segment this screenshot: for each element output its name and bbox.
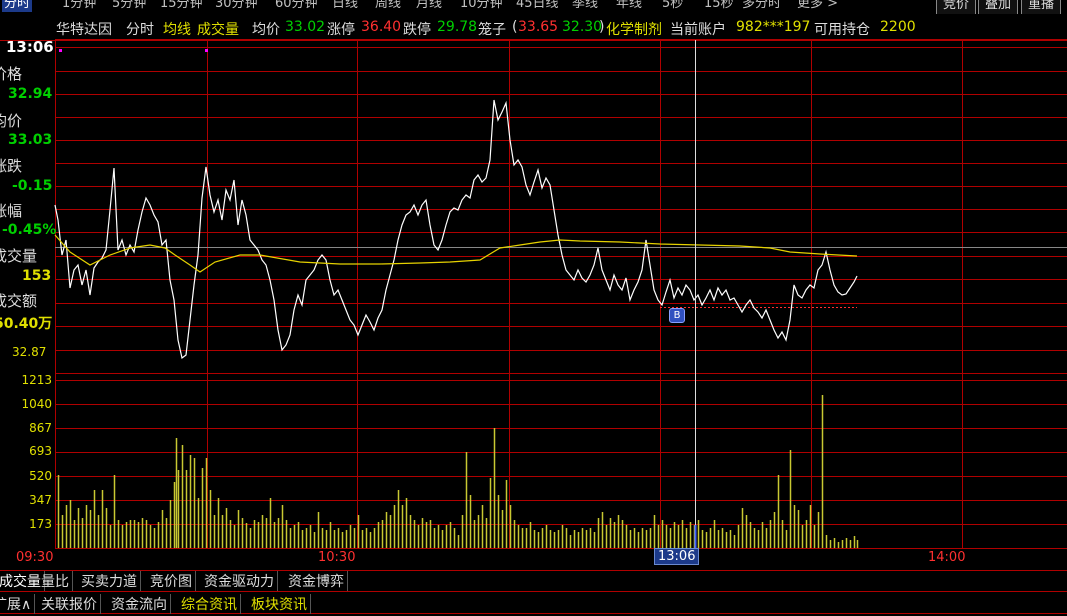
vol-value: 153 bbox=[22, 268, 52, 284]
time-label-1400: 14:00 bbox=[928, 550, 966, 565]
event-marker bbox=[205, 49, 208, 52]
volume-axis-label: 1213 bbox=[21, 373, 52, 387]
volume-axis-label: 520 bbox=[29, 469, 52, 483]
avg-value: 33.03 bbox=[8, 132, 53, 148]
indicator-tab-3[interactable]: 竞价图 bbox=[147, 571, 196, 591]
avg-price-line bbox=[54, 234, 858, 273]
volume-axis-label: 173 bbox=[29, 517, 52, 531]
indicator-tab-5[interactable]: 资金博弈 bbox=[285, 571, 348, 591]
crosshair-time: 13:06 bbox=[6, 38, 54, 56]
indicator-tab-4[interactable]: 资金驱动力 bbox=[201, 571, 278, 591]
amt-label: 成交额 bbox=[0, 292, 38, 310]
time-label-1030: 10:30 bbox=[318, 550, 356, 565]
volume-axis-label: 347 bbox=[29, 493, 52, 507]
change-value: -0.15 bbox=[12, 178, 53, 194]
info-tab-1[interactable]: 关联报价 bbox=[38, 594, 101, 614]
buy-marker[interactable]: B bbox=[669, 308, 685, 323]
indicator-tab-2[interactable]: 买卖力道 bbox=[78, 571, 141, 591]
crosshair-time-label: 13:06 bbox=[654, 548, 700, 565]
pct-value: -0.45% bbox=[2, 222, 57, 238]
price-label: 价格 bbox=[0, 65, 23, 83]
intraday-chart[interactable] bbox=[0, 0, 1067, 616]
time-label-0930: 09:30 bbox=[16, 550, 54, 565]
info-tab-4[interactable]: 板块资讯 bbox=[248, 594, 311, 614]
pct-label: 涨幅 bbox=[0, 202, 23, 220]
indicator-tab-1[interactable]: 量比 bbox=[38, 571, 73, 591]
avg-label: 均价 bbox=[0, 112, 23, 130]
price-value: 32.94 bbox=[8, 86, 53, 102]
info-tab-3[interactable]: 综合资讯 bbox=[178, 594, 241, 614]
price-line bbox=[54, 99, 858, 360]
volume-axis-label: 693 bbox=[29, 444, 52, 458]
change-label: 涨跌 bbox=[0, 157, 23, 175]
event-marker bbox=[59, 49, 62, 52]
amt-value: 50.40万 bbox=[0, 316, 53, 332]
info-tab-2[interactable]: 资金流向 bbox=[108, 594, 171, 614]
info-tab-0[interactable]: 扩展∧ bbox=[0, 594, 36, 614]
price-axis-bottom: 32.87 bbox=[12, 345, 47, 359]
vol-label: 成交量 bbox=[0, 247, 38, 265]
volume-axis-label: 867 bbox=[29, 421, 52, 435]
volume-axis-label: 1040 bbox=[21, 397, 52, 411]
